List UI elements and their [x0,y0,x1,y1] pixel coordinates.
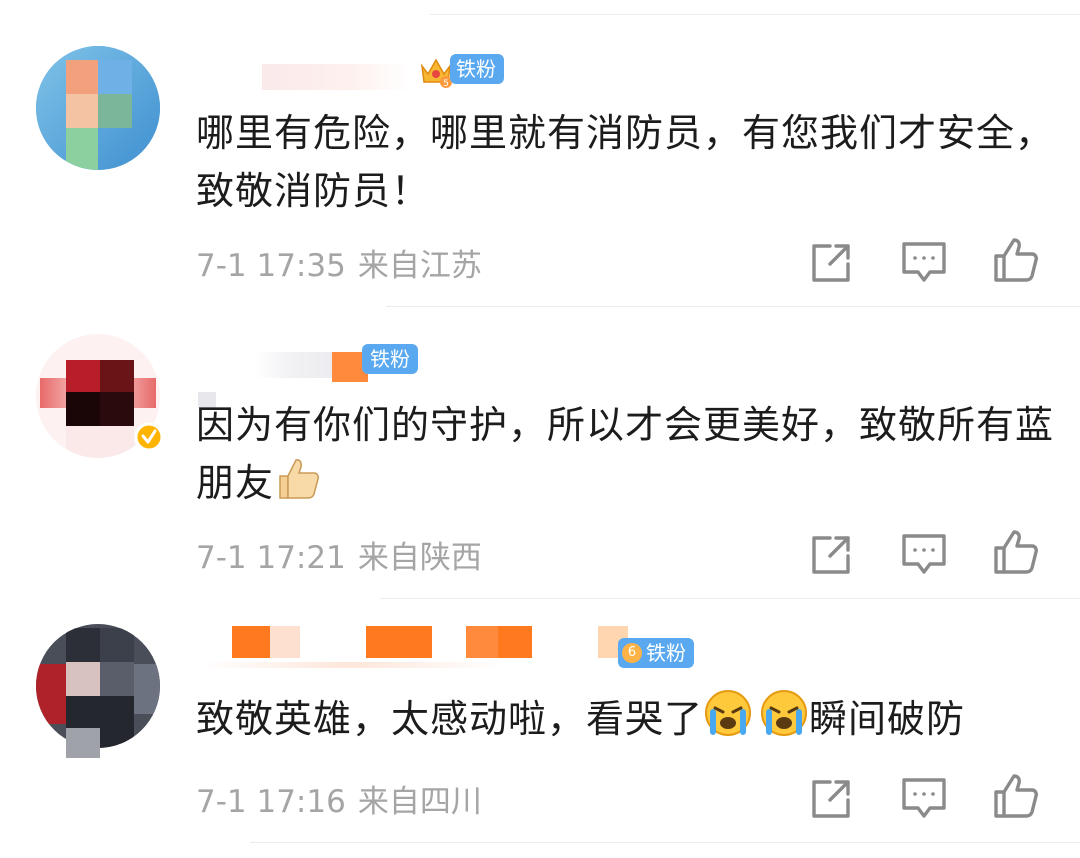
crying-emoji [759,688,809,754]
fan-badge-label: 铁粉 [456,57,496,81]
username-blur [366,626,432,658]
comment-location: 来自江苏 [357,248,482,284]
comment-icon[interactable] [900,530,948,578]
comment-text: 哪里有危险，哪里就有消防员，有您我们才安全，致敬消防员！ [196,111,1055,213]
comment-location: 来自陕西 [357,540,482,576]
username[interactable] [256,352,336,378]
comment-text-tail: 瞬间破防 [809,697,966,741]
fan-level: 6 [622,642,642,663]
comment-meta: 7-1 17:35 来自江苏 [196,240,482,285]
username-blur [466,626,498,658]
comment-text: 因为有你们的守护，所以才会更美好，致敬所有蓝朋友 [196,396,1056,518]
crying-emoji [703,688,753,754]
avatar-blur [66,728,100,758]
verified-icon [134,422,164,452]
avatar[interactable] [36,624,170,758]
comment-text-body: 因为有你们的守护，所以才会更美好，致敬所有蓝朋友 [196,403,1055,505]
fan-badge-label: 铁粉 [646,641,686,665]
fan-badge[interactable]: 铁粉 [450,54,504,84]
top-divider [430,14,1080,15]
thumbs-up-icon[interactable] [992,236,1040,284]
comment-time: 7-1 17:21 [196,540,346,576]
username-blur [200,662,500,668]
comment-location: 来自四川 [357,784,482,820]
comment-divider [386,306,1080,307]
comment-icon[interactable] [900,238,948,286]
avatar[interactable] [36,46,170,180]
username-blur [270,626,300,658]
thumbs-up-emoji [274,454,322,518]
comment-text-body: 致敬英雄，太感动啦，看哭了 [196,697,704,741]
comment-text: 致敬英雄，太感动啦，看哭了 瞬间破防 [196,688,1056,754]
comment-icon[interactable] [900,774,948,822]
comment-time: 7-1 17:35 [196,248,346,284]
thumbs-up-icon[interactable] [992,772,1040,820]
comment-meta: 7-1 17:21 来自陕西 [196,532,482,577]
comment-time: 7-1 17:16 [196,784,346,820]
bottom-divider [250,842,1080,843]
svg-text:5: 5 [443,79,449,88]
avatar[interactable] [36,334,170,468]
username[interactable] [262,64,412,90]
comment-divider [380,598,1080,599]
username-blur [498,626,532,658]
username[interactable] [232,626,270,658]
crown-icon: 5 [418,52,454,89]
fan-badge-label: 铁粉 [370,347,410,371]
comment-meta: 7-1 17:16 来自四川 [196,776,482,821]
thumbs-up-icon[interactable] [992,528,1040,576]
share-icon[interactable] [808,774,856,822]
share-icon[interactable] [808,238,856,286]
fan-badge[interactable]: 铁粉 [362,344,418,374]
fan-badge[interactable]: 6 铁粉 [618,638,694,668]
share-icon[interactable] [808,530,856,578]
